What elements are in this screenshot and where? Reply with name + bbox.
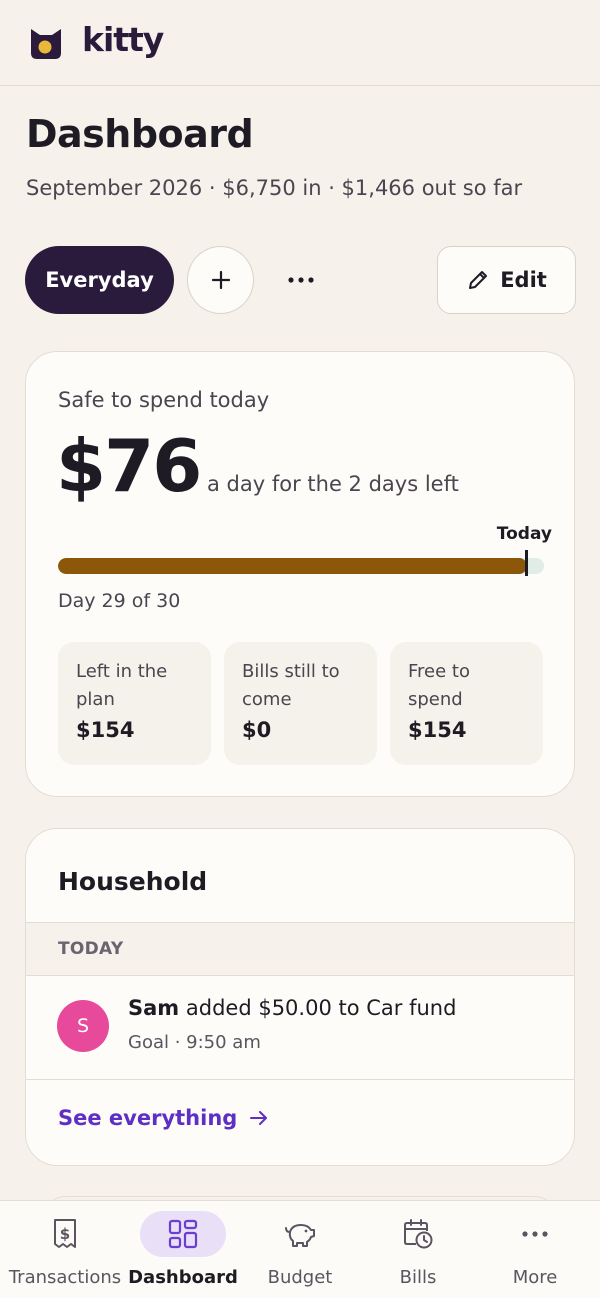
day-counter: Day 29 of 30	[58, 590, 181, 612]
edit-label: Edit	[500, 268, 547, 292]
more-options-button[interactable]	[277, 246, 325, 314]
stat-label: Free to spend	[408, 661, 470, 710]
tab-everyday[interactable]: Everyday	[25, 246, 174, 314]
today-marker	[525, 550, 528, 576]
see-everything-label: See everything	[58, 1106, 238, 1130]
activity-group-header: TODAY	[26, 922, 574, 976]
stat-left-in-plan: Left in the plan $154	[58, 642, 211, 765]
svg-text:$: $	[60, 1225, 70, 1243]
pencil-icon	[469, 271, 488, 289]
safe-to-spend-description: a day for the 2 days left	[207, 472, 459, 496]
see-everything-link[interactable]: See everything	[58, 1106, 269, 1130]
page-subtitle: September 2026 · $6,750 in · $1,466 out …	[26, 176, 523, 200]
household-title: Household	[58, 867, 208, 896]
activity-action: added $50.00 to Car fund	[185, 996, 457, 1020]
receipt-icon: $	[54, 1219, 76, 1248]
more-horizontal-icon	[288, 277, 314, 283]
stat-label: Bills still to come	[242, 661, 340, 710]
top-bar: kitty	[0, 0, 600, 86]
nav-label: More	[512, 1267, 558, 1288]
page-title: Dashboard	[26, 112, 254, 156]
stat-bills-to-come: Bills still to come $0	[224, 642, 377, 765]
piggy-bank-icon	[285, 1224, 315, 1247]
nav-label: Transactions	[8, 1267, 122, 1288]
month-progress-bar	[58, 558, 544, 574]
more-horizontal-icon	[522, 1231, 548, 1237]
nav-item-budget[interactable]: Budget	[240, 1201, 360, 1298]
avatar: S	[57, 1000, 109, 1052]
calendar-clock-icon	[404, 1219, 433, 1249]
nav-item-bills[interactable]: Bills	[358, 1201, 478, 1298]
stat-value: $0	[242, 718, 272, 742]
nav-label: Bills	[399, 1267, 437, 1288]
stat-value: $154	[408, 718, 467, 742]
nav-item-more[interactable]: More	[475, 1201, 595, 1298]
activity-title: Sam added $50.00 to Car fund	[128, 996, 456, 1020]
month-progress-fill	[58, 558, 528, 574]
activity-item[interactable]: S Sam added $50.00 to Car fund Goal · 9:…	[26, 976, 574, 1080]
dashboard-icon	[168, 1219, 198, 1249]
arrow-right-icon	[250, 1111, 268, 1125]
stat-value: $154	[76, 718, 135, 742]
stat-free-to-spend: Free to spend $154	[390, 642, 543, 765]
nav-item-dashboard[interactable]: Dashboard	[123, 1201, 243, 1298]
bottom-nav: $ Transactions Dashboard Budget Bills Mo…	[0, 1200, 600, 1298]
cat-logo-icon[interactable]	[28, 25, 64, 61]
nav-item-transactions[interactable]: $ Transactions	[5, 1201, 125, 1298]
brand-name: kitty	[82, 20, 164, 59]
plus-icon	[211, 270, 230, 290]
edit-button[interactable]: Edit	[437, 246, 576, 314]
safe-to-spend-card: Safe to spend today $76 a day for the 2 …	[25, 351, 575, 797]
activity-meta: Goal · 9:50 am	[128, 1032, 261, 1053]
household-card: Household TODAY S Sam added $50.00 to Ca…	[25, 828, 575, 1166]
nav-label: Budget	[267, 1267, 333, 1288]
nav-label: Dashboard	[128, 1267, 238, 1288]
activity-actor: Sam	[128, 996, 180, 1020]
stat-label: Left in the plan	[76, 661, 168, 710]
add-budget-button[interactable]	[187, 246, 254, 314]
today-marker-label: Today	[496, 524, 552, 544]
budget-tabs: Everyday Edit	[25, 246, 576, 314]
safe-to-spend-amount: $76	[56, 424, 202, 508]
safe-to-spend-label: Safe to spend today	[58, 388, 270, 412]
